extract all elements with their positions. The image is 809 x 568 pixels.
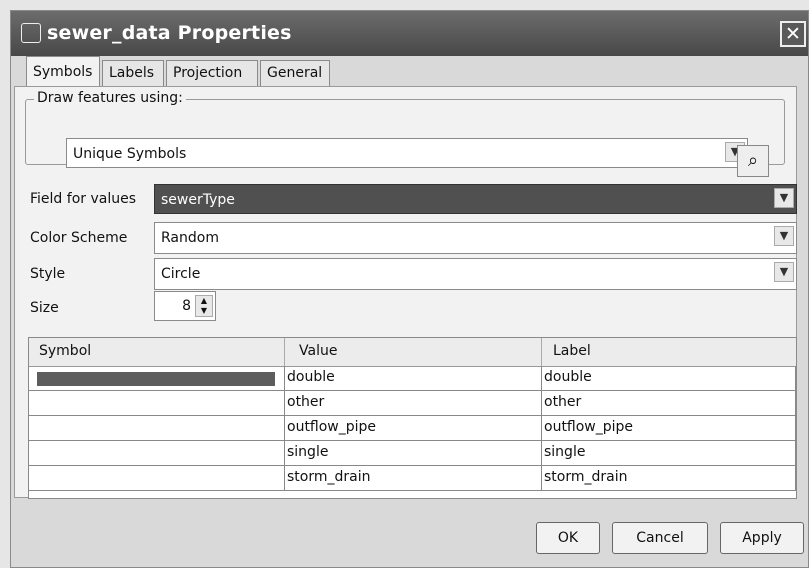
label-cell[interactable]: single: [542, 441, 796, 465]
field-for-values-select[interactable]: sewerType ▼: [154, 184, 797, 214]
label-cell[interactable]: storm_drain: [542, 466, 796, 490]
draw-features-legend: Draw features using:: [34, 90, 186, 106]
symbol-picker-button[interactable]: ⌕: [737, 145, 769, 177]
table-header: Symbol Value Label: [29, 338, 796, 367]
magnifier-icon: ⌕: [747, 150, 759, 171]
draw-features-value: Unique Symbols: [73, 146, 187, 162]
style-select[interactable]: Circle ▼: [154, 258, 797, 290]
color-scheme-label: Color Scheme: [30, 230, 128, 246]
size-spinner[interactable]: 8 ▲ ▼: [154, 291, 216, 321]
tab-projection[interactable]: Projection: [166, 60, 258, 86]
label-cell[interactable]: outflow_pipe: [542, 416, 796, 440]
value-cell[interactable]: other: [285, 391, 542, 415]
table-row[interactable]: double double: [29, 366, 796, 391]
value-cell[interactable]: double: [285, 366, 542, 390]
close-button[interactable]: ✕: [780, 21, 806, 47]
ok-button[interactable]: OK: [536, 522, 600, 554]
style-value: Circle: [161, 266, 201, 282]
table-row[interactable]: outflow_pipe outflow_pipe: [29, 416, 796, 441]
header-symbol[interactable]: Symbol: [39, 343, 91, 359]
label-cell[interactable]: double: [542, 366, 796, 390]
style-label: Style: [30, 266, 66, 282]
chevron-down-icon: ▼: [774, 226, 794, 246]
close-icon: ✕: [785, 23, 801, 45]
label-cell[interactable]: other: [542, 391, 796, 415]
tab-symbols[interactable]: Symbols: [26, 56, 100, 87]
draw-features-group: Draw features using: Unique Symbols ▼ ⌕: [25, 90, 785, 177]
header-label[interactable]: Label: [553, 343, 591, 359]
cancel-button[interactable]: Cancel: [612, 522, 708, 554]
table-row[interactable]: other other: [29, 391, 796, 416]
table-row[interactable]: storm_drain storm_drain: [29, 466, 796, 491]
color-scheme-select[interactable]: Random ▼: [154, 222, 797, 254]
size-label: Size: [30, 300, 59, 316]
tab-labels[interactable]: Labels: [102, 60, 164, 86]
color-scheme-value: Random: [161, 230, 219, 246]
chevron-down-icon: ▼: [774, 188, 794, 208]
column-divider[interactable]: [541, 338, 542, 366]
symbol-cell[interactable]: [29, 366, 285, 390]
symbol-cell[interactable]: [29, 416, 285, 440]
table-row[interactable]: single single: [29, 441, 796, 466]
draw-features-select[interactable]: Unique Symbols ▼: [66, 138, 748, 168]
symbols-table: Symbol Value Label double double other o…: [28, 337, 797, 499]
title-bar[interactable]: sewer_data Properties ✕: [11, 11, 808, 56]
value-cell[interactable]: single: [285, 441, 542, 465]
field-for-values-value: sewerType: [161, 192, 235, 208]
size-value: 8: [182, 298, 191, 314]
apply-button[interactable]: Apply: [720, 522, 804, 554]
symbol-cell[interactable]: [29, 466, 285, 490]
layer-properties-icon: [21, 23, 41, 43]
spinner-arrows-icon[interactable]: ▲ ▼: [195, 295, 213, 317]
window-title: sewer_data Properties: [47, 22, 292, 44]
value-cell[interactable]: storm_drain: [285, 466, 542, 490]
header-value[interactable]: Value: [299, 343, 337, 359]
symbol-cell[interactable]: [29, 391, 285, 415]
column-divider[interactable]: [284, 338, 285, 366]
symbol-cell[interactable]: [29, 441, 285, 465]
chevron-down-icon: ▼: [774, 262, 794, 282]
symbol-swatch: [37, 372, 275, 386]
field-for-values-label: Field for values: [30, 191, 136, 207]
tab-general[interactable]: General: [260, 60, 330, 86]
value-cell[interactable]: outflow_pipe: [285, 416, 542, 440]
